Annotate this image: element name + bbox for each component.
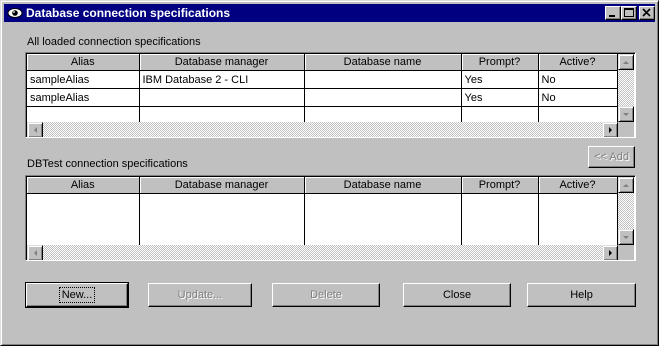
column-header-alias[interactable]: Alias	[27, 177, 140, 194]
scroll-right-button[interactable]	[602, 122, 618, 137]
arrow-down-icon	[623, 236, 629, 239]
cell-database-manager[interactable]: IBM Database 2 - CLI	[139, 70, 305, 89]
scrollbar-corner	[618, 245, 634, 260]
column-header-active[interactable]: Active?	[538, 54, 618, 71]
dbtest-specs-table: Alias Database manager Database name Pro…	[27, 177, 618, 245]
maximize-button[interactable]	[621, 6, 637, 20]
title-bar[interactable]: Database connection specifications	[4, 4, 655, 22]
scroll-left-button[interactable]	[27, 245, 43, 260]
scroll-down-button[interactable]	[618, 229, 634, 245]
dbtest-section-label: DBTest connection specifications	[27, 158, 188, 170]
empty-cell	[538, 193, 618, 245]
minimize-icon	[609, 15, 615, 17]
column-header-prompt[interactable]: Prompt?	[461, 54, 539, 71]
add-button[interactable]: << Add	[588, 146, 635, 168]
column-header-database-manager[interactable]: Database manager	[139, 177, 305, 194]
header-row: Alias Database manager Database name Pro…	[27, 54, 618, 71]
scroll-up-button[interactable]	[618, 54, 634, 70]
close-button-label: Close	[442, 289, 472, 301]
loaded-horizontal-scrollbar[interactable]	[27, 122, 618, 137]
maximize-icon	[624, 8, 634, 17]
close-icon	[642, 8, 651, 17]
empty-cell	[461, 193, 539, 245]
empty-cell	[27, 193, 140, 245]
column-header-prompt[interactable]: Prompt?	[461, 177, 539, 194]
table-row[interactable]: sampleAlias Yes No	[27, 88, 618, 107]
close-dialog-button[interactable]: Close	[403, 283, 511, 307]
cell-prompt[interactable]: Yes	[461, 70, 539, 89]
empty-cell	[304, 193, 462, 245]
arrow-left-icon	[34, 127, 37, 133]
loaded-vertical-scrollbar[interactable]	[618, 54, 634, 122]
column-header-database-name[interactable]: Database name	[304, 54, 462, 71]
loaded-section-label: All loaded connection specifications	[27, 36, 201, 48]
column-header-database-name[interactable]: Database name	[304, 177, 462, 194]
arrow-up-icon	[623, 61, 629, 64]
table-row[interactable]: sampleAlias IBM Database 2 - CLI Yes No	[27, 70, 618, 89]
column-header-alias[interactable]: Alias	[27, 54, 140, 71]
column-header-database-manager[interactable]: Database manager	[139, 54, 305, 71]
arrow-right-icon	[609, 250, 612, 256]
update-button[interactable]: Update...	[148, 283, 252, 307]
arrow-up-icon	[623, 184, 629, 187]
loaded-specs-grid[interactable]: Alias Database manager Database name Pro…	[25, 52, 636, 138]
dbtest-vertical-scrollbar[interactable]	[618, 177, 634, 245]
help-button[interactable]: Help	[527, 283, 636, 307]
eye-icon[interactable]	[7, 6, 23, 20]
new-button-label: New...	[58, 287, 96, 303]
scroll-up-button[interactable]	[618, 177, 634, 193]
cell-database-name[interactable]	[304, 88, 462, 107]
update-button-label: Update...	[177, 289, 223, 301]
scroll-left-button[interactable]	[27, 122, 43, 137]
empty-cell	[139, 193, 305, 245]
column-header-active[interactable]: Active?	[538, 177, 618, 194]
arrow-left-icon	[34, 250, 37, 256]
add-button-label: << Add	[594, 151, 629, 163]
arrow-down-icon	[623, 113, 629, 116]
loaded-specs-table: Alias Database manager Database name Pro…	[27, 54, 618, 124]
scroll-right-button[interactable]	[602, 245, 618, 260]
dbtest-specs-grid[interactable]: Alias Database manager Database name Pro…	[25, 175, 636, 261]
cell-prompt[interactable]: Yes	[461, 88, 539, 107]
scrollbar-corner	[618, 122, 634, 137]
dbtest-horizontal-scrollbar[interactable]	[27, 245, 618, 260]
new-button[interactable]: New...	[25, 282, 129, 308]
database-connection-specifications-window: Database connection specifications All l…	[0, 0, 659, 346]
help-button-label: Help	[570, 289, 593, 301]
close-button[interactable]	[639, 6, 655, 20]
cell-alias[interactable]: sampleAlias	[27, 88, 140, 107]
minimize-button[interactable]	[605, 6, 621, 20]
window-title: Database connection specifications	[26, 6, 231, 20]
empty-row	[27, 193, 618, 245]
delete-button-label: Delete	[310, 289, 342, 301]
scroll-down-button[interactable]	[618, 106, 634, 122]
cell-alias[interactable]: sampleAlias	[27, 70, 140, 89]
header-row: Alias Database manager Database name Pro…	[27, 177, 618, 194]
cell-database-name[interactable]	[304, 70, 462, 89]
cell-active[interactable]: No	[538, 70, 618, 89]
cell-active[interactable]: No	[538, 88, 618, 107]
delete-button[interactable]: Delete	[272, 283, 380, 307]
arrow-right-icon	[609, 127, 612, 133]
cell-database-manager[interactable]	[139, 88, 305, 107]
